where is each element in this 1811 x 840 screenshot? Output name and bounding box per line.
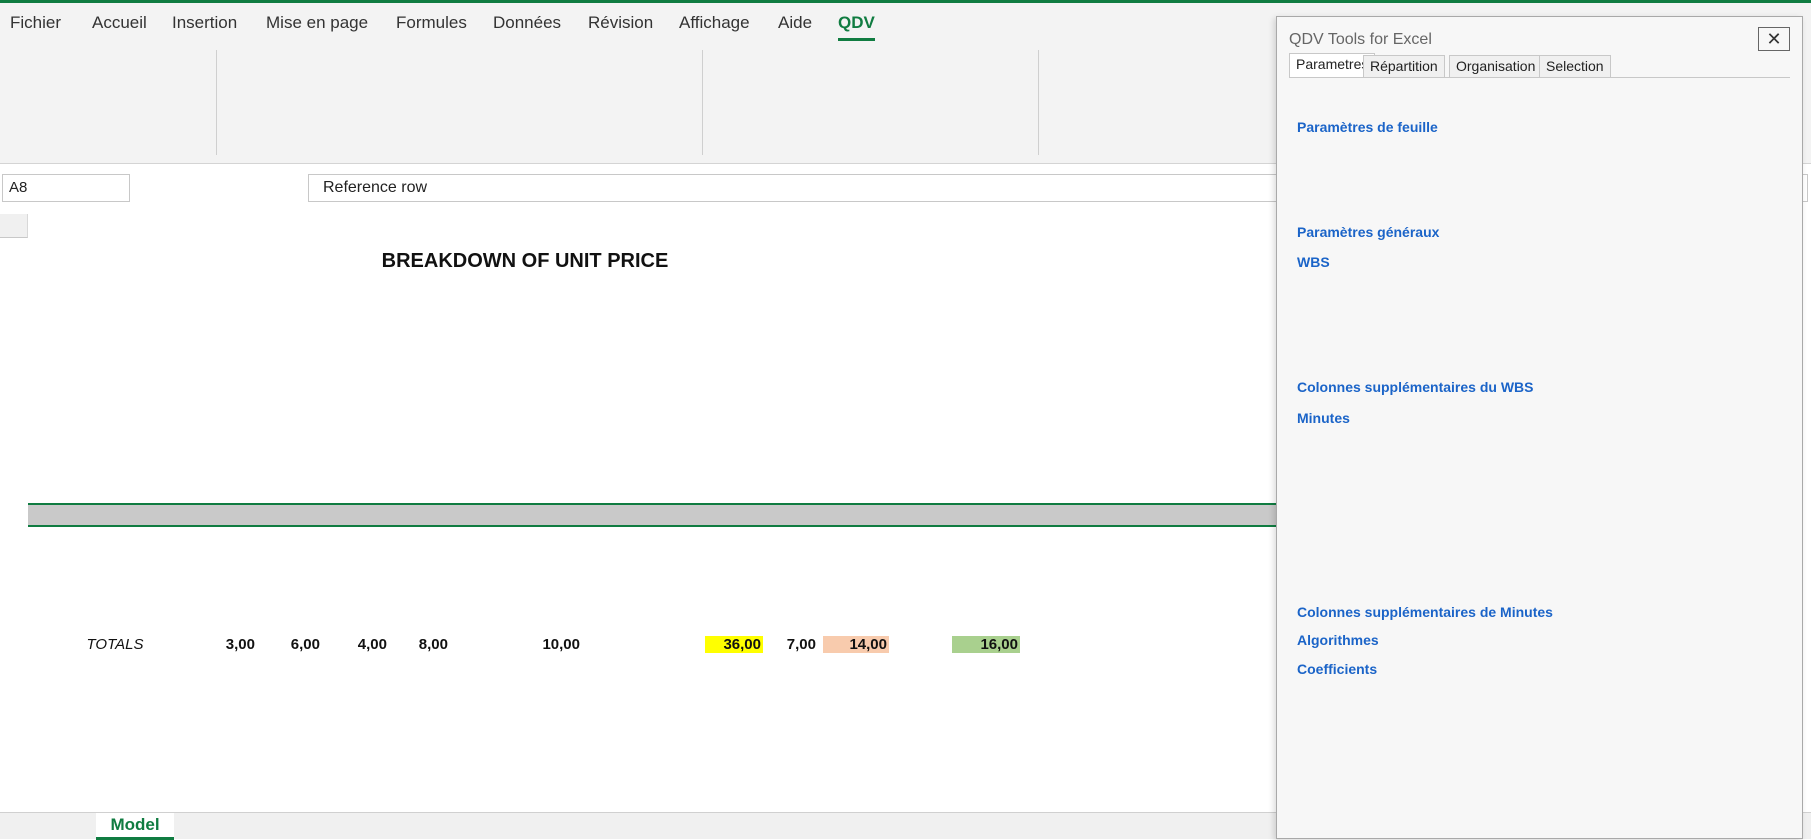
totals-subcontracting-price: 7,00 <box>786 636 816 653</box>
totals-subcontracting-total: 14,00 <box>823 636 889 653</box>
totals-supplies-total: 8,00 <box>418 636 448 653</box>
totals-workforce-total: 6,00 <box>290 636 320 653</box>
tab-donnees[interactable]: Données <box>493 13 561 33</box>
tab-insertion[interactable]: Insertion <box>172 13 237 33</box>
tab-mise-en-page[interactable]: Mise en page <box>266 13 368 33</box>
panel-tab-selection[interactable]: Selection <box>1539 55 1611 77</box>
totals-label: TOTALS <box>86 636 144 653</box>
worksheet-grid: BREAKDOWN OF UNIT PRICE TOTALS 3,00 6,00… <box>0 214 1280 814</box>
group-separator <box>216 50 217 155</box>
tab-revision[interactable]: Révision <box>588 13 653 33</box>
tab-qdv[interactable]: QDV <box>838 13 875 41</box>
section-coefficients[interactable]: Coefficients <box>1297 661 1377 677</box>
totals-workforce-price: 3,00 <box>225 636 255 653</box>
tab-formules[interactable]: Formules <box>396 13 467 33</box>
qdv-tools-panel: QDV Tools for Excel ✕ Parametres Réparti… <box>1276 16 1803 839</box>
totals-corporate-total: 36,00 <box>705 636 763 653</box>
section-wbs[interactable]: WBS <box>1297 254 1330 270</box>
close-icon: ✕ <box>1766 29 1782 49</box>
section-parametres-de-feuille[interactable]: Paramètres de feuille <box>1297 119 1438 135</box>
section-minutes[interactable]: Minutes <box>1297 410 1350 426</box>
totals-supplies-price: 4,00 <box>357 636 387 653</box>
panel-close-button[interactable]: ✕ <box>1758 27 1790 51</box>
tab-fichier[interactable]: Fichier <box>10 13 61 33</box>
section-colonnes-supplementaires-wbs[interactable]: Colonnes supplémentaires du WBS <box>1297 379 1533 395</box>
select-all-corner[interactable] <box>0 214 28 238</box>
section-algorithmes[interactable]: Algorithmes <box>1297 632 1379 648</box>
group-separator <box>1038 50 1039 155</box>
sheet-tab-model[interactable]: Model <box>96 813 174 840</box>
group-separator <box>702 50 703 155</box>
name-box[interactable]: A8 <box>2 174 130 202</box>
panel-tab-divider <box>1289 77 1790 78</box>
totals-cocontracting-total: 16,00 <box>952 636 1020 653</box>
highlight-row-8 <box>28 503 1280 527</box>
tab-accueil[interactable]: Accueil <box>92 13 147 33</box>
panel-tab-repartition[interactable]: Répartition <box>1363 55 1445 77</box>
panel-tab-organisation[interactable]: Organisation <box>1449 55 1543 77</box>
section-parametres-generaux[interactable]: Paramètres généraux <box>1297 224 1439 240</box>
tab-affichage[interactable]: Affichage <box>679 13 750 33</box>
section-colonnes-supplementaires-minutes[interactable]: Colonnes supplémentaires de Minutes <box>1297 604 1553 620</box>
sheet-title: BREAKDOWN OF UNIT PRICE <box>381 250 669 272</box>
panel-title: QDV Tools for Excel <box>1289 31 1432 48</box>
totals-consumables-total: 10,00 <box>542 636 580 653</box>
tab-aide[interactable]: Aide <box>778 13 812 33</box>
